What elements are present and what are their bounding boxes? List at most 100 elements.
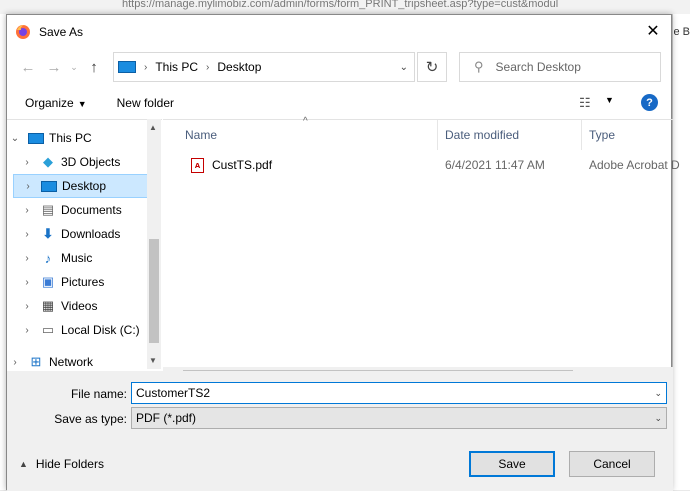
organize-label: Organize — [25, 96, 74, 110]
cube-icon: ◆ — [43, 154, 53, 169]
breadcrumb-desktop[interactable]: Desktop — [217, 60, 261, 74]
refresh-icon[interactable]: ↻ — [417, 52, 447, 82]
column-header-date[interactable]: Date modified — [437, 120, 519, 150]
document-icon: ▤ — [41, 202, 55, 217]
search-box[interactable]: ⚲ Search Desktop — [459, 52, 661, 82]
save-type-label: Save as type: — [54, 412, 127, 426]
nav-item-local-disk[interactable]: › ▭ Local Disk (C:) — [21, 318, 165, 342]
nav-item-label: Music — [61, 251, 93, 265]
nav-item-label: Pictures — [61, 275, 105, 289]
dialog-footer: File name: CustomerTS2 ⌄ Save as type: P… — [7, 371, 673, 491]
up-arrow-icon[interactable]: ↑ — [81, 59, 107, 76]
download-icon: ⬇ — [42, 226, 54, 241]
file-name-field[interactable]: CustomerTS2 ⌄ — [131, 382, 667, 404]
help-icon[interactable]: ? — [641, 94, 658, 111]
nav-item-label: Downloads — [61, 227, 121, 241]
chevron-down-icon[interactable]: ⌄ — [400, 62, 408, 73]
pdf-file-icon: ᴀ — [191, 157, 204, 173]
scroll-down-icon[interactable]: ▼ — [149, 356, 157, 365]
file-name: CustTS.pdf — [212, 158, 273, 172]
nav-item-desktop[interactable]: › Desktop — [13, 174, 151, 198]
recent-locations-icon[interactable]: ⌄ — [67, 62, 81, 73]
chevron-down-icon[interactable]: ⌄ — [654, 413, 662, 424]
chevron-right-icon[interactable]: › — [21, 205, 33, 216]
background-page-text: e B — [673, 26, 690, 38]
view-list-icon[interactable]: ☷ — [579, 95, 591, 111]
nav-item-label: Documents — [61, 203, 122, 217]
nav-item-videos[interactable]: › ▦ Videos — [21, 294, 165, 318]
column-header-name[interactable]: Name — [177, 120, 217, 150]
nav-item-downloads[interactable]: › ⬇ Downloads — [21, 222, 165, 246]
chevron-right-icon: › — [144, 61, 148, 73]
chevron-down-icon[interactable]: ⌄ — [9, 133, 21, 144]
hide-folders-label: Hide Folders — [35, 457, 104, 471]
cancel-button[interactable]: Cancel — [569, 451, 655, 477]
firefox-icon — [16, 25, 30, 39]
file-name-label: File name: — [70, 387, 127, 401]
save-button[interactable]: Save — [469, 451, 555, 477]
music-icon: ♪ — [44, 250, 52, 266]
back-arrow-icon[interactable]: ← — [15, 59, 41, 76]
nav-item-label: Local Disk (C:) — [61, 323, 140, 337]
nav-item-documents[interactable]: › ▤ Documents — [21, 198, 165, 222]
nav-item-label: Videos — [61, 299, 98, 313]
scrollbar-thumb[interactable] — [149, 239, 159, 343]
save-type-select[interactable]: PDF (*.pdf) ⌄ — [131, 407, 667, 429]
search-input[interactable]: Search Desktop — [496, 60, 581, 74]
pc-icon — [27, 131, 45, 145]
chevron-right-icon[interactable]: › — [9, 357, 21, 368]
picture-icon: ▣ — [41, 274, 55, 289]
breadcrumb-this-pc[interactable]: This PC — [155, 60, 198, 74]
title-bar: Save As — [7, 15, 671, 49]
column-header-type[interactable]: Type — [581, 120, 615, 150]
organize-button[interactable]: Organize ▼ — [25, 96, 87, 110]
new-folder-button[interactable]: New folder — [117, 96, 174, 110]
scroll-up-icon[interactable]: ▲ — [149, 123, 157, 132]
desktop-icon — [40, 179, 58, 193]
nav-item-label: This PC — [49, 131, 92, 145]
chevron-up-icon: ▲ — [19, 459, 28, 469]
chevron-down-icon: ▼ — [77, 99, 87, 109]
chevron-right-icon: › — [206, 61, 210, 73]
file-type: Adobe Acrobat D — [589, 158, 680, 172]
window-title: Save As — [39, 25, 84, 39]
file-name-value[interactable]: CustomerTS2 — [136, 386, 210, 400]
forward-arrow-icon[interactable]: → — [41, 59, 67, 76]
address-bar[interactable]: › This PC › Desktop ⌄ — [113, 52, 415, 82]
chevron-right-icon[interactable]: › — [21, 229, 33, 240]
save-as-dialog: Save As ✕ ← → ⌄ ↑ › This PC › Desktop ⌄ … — [6, 14, 680, 491]
search-icon: ⚲ — [474, 59, 484, 74]
navigation-pane: ⌄ This PC › ◆ 3D Objects › Desktop › ▤ D… — [7, 119, 162, 369]
pc-icon — [118, 61, 136, 73]
address-row: ← → ⌄ ↑ › This PC › Desktop ⌄ ↻ ⚲ Search… — [7, 51, 671, 83]
nav-item-music[interactable]: › ♪ Music — [21, 246, 165, 270]
nav-item-label: Desktop — [62, 179, 107, 193]
file-row[interactable]: ᴀ CustTS.pdf 6/4/2021 11:47 AM Adobe Acr… — [163, 154, 680, 176]
save-type-value: PDF (*.pdf) — [136, 411, 197, 425]
chevron-right-icon[interactable]: › — [21, 253, 33, 264]
nav-scrollbar[interactable]: ▲ ▼ — [147, 119, 161, 369]
close-icon[interactable]: ✕ — [641, 21, 665, 41]
chevron-right-icon[interactable]: › — [21, 277, 33, 288]
chevron-down-icon[interactable]: ▼ — [605, 95, 614, 105]
browser-url-bar: https://manage.mylimobiz.com/admin/forms… — [0, 0, 690, 14]
sort-ascending-icon: ^ — [303, 116, 308, 127]
background-page-right — [672, 14, 690, 490]
video-icon: ▦ — [41, 298, 55, 313]
chevron-right-icon[interactable]: › — [22, 181, 34, 192]
nav-item-pictures[interactable]: › ▣ Pictures — [21, 270, 165, 294]
hide-folders-toggle[interactable]: ▲ Hide Folders — [19, 457, 104, 471]
nav-item-label: 3D Objects — [61, 155, 121, 169]
nav-item-this-pc[interactable]: ⌄ This PC — [9, 126, 153, 150]
toolbar: Organize ▼ New folder ☷ ▼ ? — [7, 87, 671, 119]
nav-item-label: Network — [49, 355, 94, 369]
chevron-right-icon[interactable]: › — [21, 301, 33, 312]
chevron-right-icon[interactable]: › — [21, 325, 33, 336]
network-icon: ⊞ — [30, 354, 42, 369]
file-date: 6/4/2021 11:47 AM — [445, 158, 545, 172]
chevron-down-icon[interactable]: ⌄ — [654, 388, 662, 399]
nav-item-3d-objects[interactable]: › ◆ 3D Objects — [21, 150, 165, 174]
disk-icon: ▭ — [41, 322, 55, 337]
chevron-right-icon[interactable]: › — [21, 157, 33, 168]
file-list: ^ Name Date modified Type ᴀ CustTS.pdf 6… — [163, 116, 680, 369]
